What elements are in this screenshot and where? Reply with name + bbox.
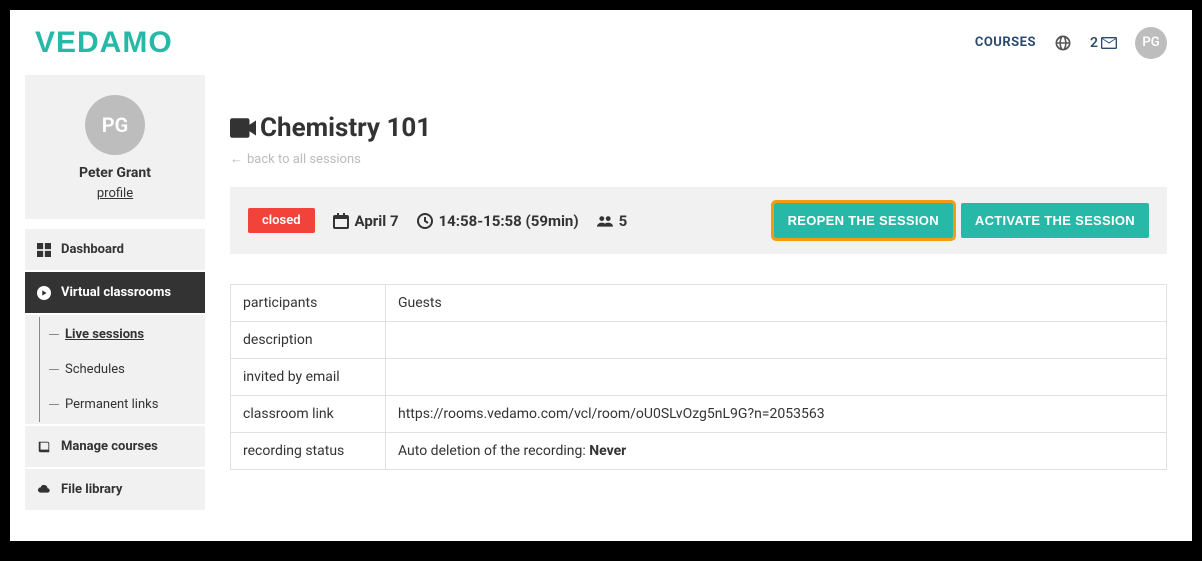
notifications[interactable]: 2 (1090, 35, 1117, 51)
session-details-table: participants Guests description invited … (230, 284, 1167, 470)
back-link-label: back to all sessions (247, 152, 361, 167)
session-time: 14:58-15:58 (59min) (439, 212, 579, 230)
nav-dashboard[interactable]: Dashboard (25, 229, 205, 270)
play-circle-icon (37, 286, 51, 300)
page-title: Chemistry 101 (260, 113, 431, 143)
arrow-left-icon: ← (230, 151, 243, 167)
avatar[interactable]: PG (1135, 27, 1167, 59)
profile-block: PG Peter Grant profile (25, 75, 205, 219)
nav-file-library-label: File library (61, 482, 122, 497)
table-row: classroom link https://rooms.vedamo.com/… (231, 396, 1167, 433)
classroom-link-label: classroom link (231, 396, 386, 433)
nav-live-sessions[interactable]: Live sessions (25, 317, 205, 352)
video-icon (230, 118, 256, 138)
status-badge: closed (248, 208, 315, 233)
activate-session-button[interactable]: ACTIVATE THE SESSION (961, 203, 1149, 238)
nav-schedules-label: Schedules (65, 362, 125, 377)
grid-icon (37, 243, 51, 257)
people-icon (597, 213, 613, 229)
nav-virtual-classrooms[interactable]: Virtual classrooms (25, 272, 205, 313)
participants-label: participants (231, 285, 386, 322)
table-row: invited by email (231, 359, 1167, 396)
back-to-sessions-link[interactable]: ← back to all sessions (230, 151, 1167, 167)
table-row: description (231, 322, 1167, 359)
clock-icon (417, 213, 433, 229)
description-value (386, 322, 1167, 359)
table-row: participants Guests (231, 285, 1167, 322)
recording-prefix: Auto deletion of the recording: (398, 443, 589, 459)
table-row: recording status Auto deletion of the re… (231, 433, 1167, 470)
calendar-icon (333, 213, 349, 229)
nav-schedules[interactable]: Schedules (25, 352, 205, 387)
envelope-icon (1101, 37, 1117, 49)
recording-never: Never (589, 443, 626, 459)
nav-file-library[interactable]: File library (25, 469, 205, 510)
nav-dashboard-label: Dashboard (61, 242, 124, 257)
sidebar: PG Peter Grant profile Dashboard Virtual… (10, 75, 205, 512)
book-icon (37, 440, 51, 454)
nav-manage-courses-label: Manage courses (61, 439, 158, 454)
invited-value (386, 359, 1167, 396)
globe-icon[interactable] (1054, 34, 1072, 52)
reopen-session-button[interactable]: REOPEN THE SESSION (774, 203, 953, 238)
session-date: April 7 (355, 212, 399, 230)
nav-virtual-classrooms-label: Virtual classrooms (61, 285, 171, 300)
courses-link[interactable]: COURSES (975, 35, 1036, 50)
nav-live-sessions-label: Live sessions (65, 327, 144, 342)
notif-count: 2 (1090, 35, 1098, 51)
classroom-link-value[interactable]: https://rooms.vedamo.com/vcl/room/oU0SLv… (386, 396, 1167, 433)
participants-value: Guests (386, 285, 1167, 322)
session-participants-count: 5 (619, 212, 628, 230)
description-label: description (231, 322, 386, 359)
cloud-icon (37, 483, 51, 497)
profile-link[interactable]: profile (35, 186, 195, 201)
nav-permanent-links[interactable]: Permanent links (25, 387, 205, 422)
profile-avatar[interactable]: PG (85, 95, 145, 155)
session-bar: closed April 7 14:58-15:58 (59min) 5 (230, 187, 1167, 254)
recording-label: recording status (231, 433, 386, 470)
nav-manage-courses[interactable]: Manage courses (25, 426, 205, 467)
brand-logo[interactable]: VEDAMO (35, 26, 173, 60)
recording-value: Auto deletion of the recording: Never (386, 433, 1167, 470)
nav-permanent-links-label: Permanent links (65, 397, 158, 412)
profile-name: Peter Grant (35, 165, 195, 181)
invited-label: invited by email (231, 359, 386, 396)
